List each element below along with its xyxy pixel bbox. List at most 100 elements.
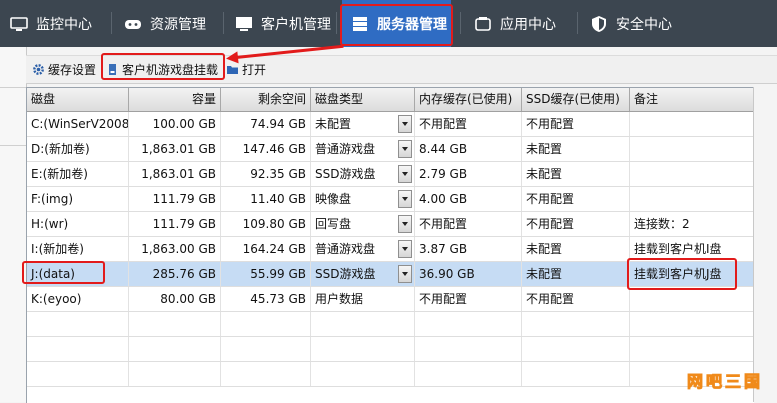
highlight-note-j: [627, 258, 737, 290]
ssd-cache-cell: 未配置: [522, 162, 630, 186]
disk-cell: [27, 362, 129, 386]
table-row[interactable]: E:(新加卷) 1,863.01 GB 92.35 GB SSD游戏盘 2.79 GB 未…: [27, 162, 754, 187]
cache-settings-label: 缓存设置: [48, 62, 97, 77]
table-row[interactable]: C:(WinSerV2008) 100.00 GB 74.94 GB 未配置 不用配置不…: [27, 112, 754, 137]
capacity-cell: 111.79 GB: [129, 212, 221, 236]
disk-cell: D:(新加卷): [27, 137, 129, 161]
free-space-cell: [221, 362, 311, 386]
nav-app-center[interactable]: 应用中心: [474, 0, 556, 47]
memory-cache-cell: 36.90 GB: [415, 262, 522, 286]
disk-table: 磁盘 容量 剩余空间 磁盘类型 内存缓存(已使用) SSD缓存(已使用) 备注 …: [26, 87, 754, 403]
ssd-cache-cell: 未配置: [522, 237, 630, 261]
monitor-icon: [10, 15, 28, 33]
capacity-cell: [129, 312, 221, 336]
disk-cell: K:(eyoo): [27, 287, 129, 311]
column-header-disk[interactable]: 磁盘: [27, 88, 129, 111]
disk-type-dropdown-button[interactable]: [398, 265, 412, 283]
free-space-cell: 74.94 GB: [221, 112, 311, 136]
memory-cache-cell: 3.87 GB: [415, 237, 522, 261]
app-icon: [474, 15, 492, 33]
table-row: [27, 337, 754, 362]
nav-label: 应用中心: [500, 16, 556, 33]
table-row[interactable]: K:(eyoo) 80.00 GB 45.73 GB 用户数据 不用配置 不用配置: [27, 287, 754, 312]
nav-divider: [577, 12, 578, 34]
memory-cache-cell: 不用配置: [415, 212, 522, 236]
nav-divider: [223, 12, 224, 34]
column-header-capacity[interactable]: 容量: [129, 88, 221, 111]
free-space-cell: 45.73 GB: [221, 287, 311, 311]
disk-type-cell: [311, 362, 415, 386]
disk-type-dropdown-button[interactable]: [398, 115, 412, 133]
ssd-cache-cell: 未配置: [522, 137, 630, 161]
capacity-cell: 1,863.01 GB: [129, 137, 221, 161]
disk-type-dropdown-button[interactable]: [398, 165, 412, 183]
memory-cache-cell: 2.79 GB: [415, 162, 522, 186]
capacity-cell: 80.00 GB: [129, 287, 221, 311]
nav-label: 客户机管理: [261, 16, 331, 33]
gear-icon: [32, 63, 45, 76]
right-edge-strip: [753, 87, 777, 402]
nav-divider: [111, 12, 112, 34]
capacity-cell: 1,863.01 GB: [129, 162, 221, 186]
nav-security-center[interactable]: 安全中心: [590, 0, 672, 47]
table-header: 磁盘 容量 剩余空间 磁盘类型 内存缓存(已使用) SSD缓存(已使用) 备注: [27, 88, 754, 112]
disk-cell: C:(WinSerV2008): [27, 112, 129, 136]
nav-divider: [460, 12, 461, 34]
ssd-cache-cell: 未配置: [522, 262, 630, 286]
table-row: [27, 362, 754, 387]
watermark: 网吧三国: [686, 372, 763, 392]
notes-cell: [630, 112, 754, 136]
nav-resource-management[interactable]: 资源管理: [124, 0, 206, 47]
free-space-cell: 55.99 GB: [221, 262, 311, 286]
open-label: 打开: [242, 62, 267, 77]
cache-settings-button[interactable]: 缓存设置: [32, 59, 96, 79]
disk-cell: [27, 337, 129, 361]
notes-cell: [630, 287, 754, 311]
disk-type-dropdown-button[interactable]: [398, 190, 412, 208]
free-space-cell: 109.80 GB: [221, 212, 311, 236]
free-space-cell: 147.46 GB: [221, 137, 311, 161]
memory-cache-cell: 8.44 GB: [415, 137, 522, 161]
table-row[interactable]: H:(wr) 111.79 GB 109.80 GB 回写盘 不用配置 不用配置 连接数：2: [27, 212, 754, 237]
table-row[interactable]: F:(img) 111.79 GB 11.40 GB 映像盘 4.00 GB 不用配置: [27, 187, 754, 212]
ssd-cache-cell: [522, 312, 630, 336]
notes-cell: [630, 312, 754, 336]
disk-cell: H:(wr): [27, 212, 129, 236]
notes-cell: [630, 187, 754, 211]
disk-type-dropdown-button[interactable]: [398, 215, 412, 233]
disk-type-dropdown-button[interactable]: [398, 140, 412, 158]
gamepad-icon: [124, 15, 142, 33]
divider: [0, 87, 26, 88]
ssd-cache-cell: 不用配置: [522, 187, 630, 211]
highlight-mount-button: [101, 53, 225, 80]
column-header-free-space[interactable]: 剩余空间: [221, 88, 311, 111]
table-row[interactable]: D:(新加卷) 1,863.01 GB 147.46 GB 普通游戏盘 8.44 GB 未…: [27, 137, 754, 162]
capacity-cell: [129, 362, 221, 386]
column-header-disk-type[interactable]: 磁盘类型: [311, 88, 415, 111]
notes-cell: [630, 162, 754, 186]
column-header-ssd-cache[interactable]: SSD缓存(已使用): [522, 88, 630, 111]
memory-cache-cell: 不用配置: [415, 112, 522, 136]
nav-divider: [336, 12, 337, 34]
divider: [0, 145, 26, 146]
nav-monitor-center[interactable]: 监控中心: [10, 0, 92, 47]
free-space-cell: 92.35 GB: [221, 162, 311, 186]
notes-cell: [630, 337, 754, 361]
column-header-notes[interactable]: 备注: [630, 88, 754, 111]
memory-cache-cell: [415, 337, 522, 361]
memory-cache-cell: [415, 362, 522, 386]
memory-cache-cell: 4.00 GB: [415, 187, 522, 211]
capacity-cell: 285.76 GB: [129, 262, 221, 286]
disk-type-dropdown-button[interactable]: [398, 240, 412, 258]
memory-cache-cell: [415, 312, 522, 336]
column-header-memory-cache[interactable]: 内存缓存(已使用): [415, 88, 522, 111]
capacity-cell: 100.00 GB: [129, 112, 221, 136]
nav-client-management[interactable]: 客户机管理: [235, 0, 331, 47]
disk-cell: [27, 312, 129, 336]
ssd-cache-cell: [522, 337, 630, 361]
notes-cell: 连接数：2: [630, 212, 754, 236]
memory-cache-cell: 不用配置: [415, 287, 522, 311]
disk-cell: F:(img): [27, 187, 129, 211]
notes-cell: [630, 137, 754, 161]
free-space-cell: [221, 312, 311, 336]
